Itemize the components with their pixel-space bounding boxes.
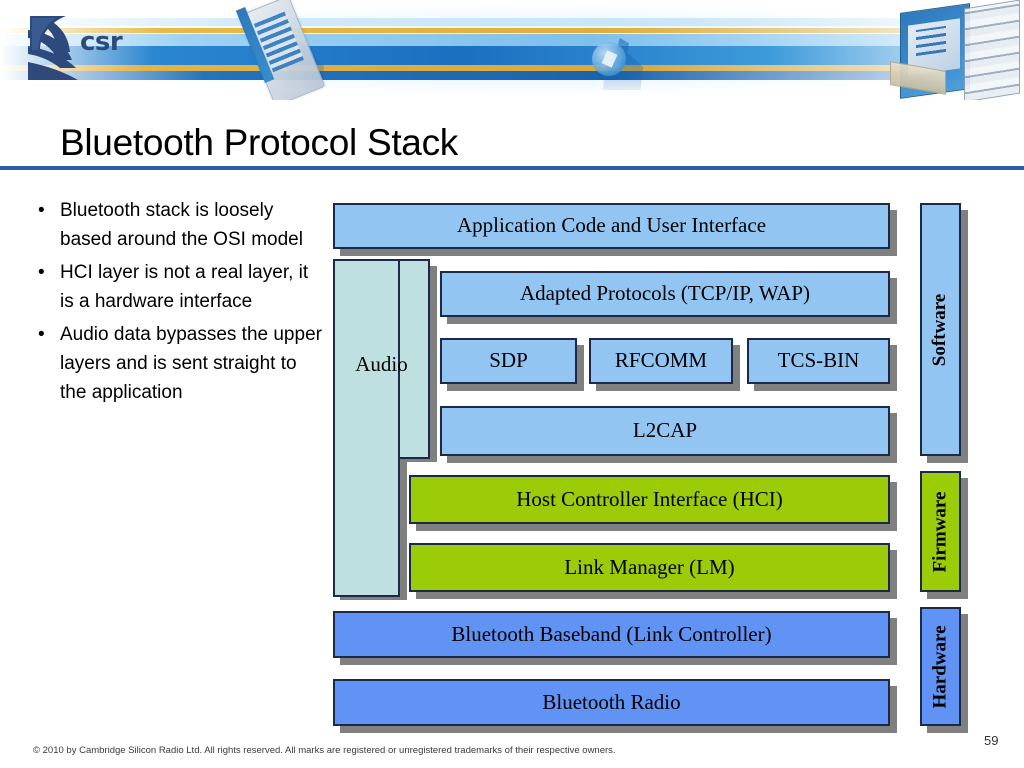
tier-label-text: Hardware (929, 624, 951, 709)
layer-label: L2CAP (632, 418, 698, 443)
header-banner: csr (0, 0, 1024, 100)
tier-label-firmware: Firmware (920, 471, 961, 592)
tier-label-software: Software (920, 203, 961, 456)
layer-box-l2cap: L2CAP (440, 406, 890, 456)
audio-label: Audio (355, 352, 408, 376)
layer-box-adapted-protocols: Adapted Protocols (TCP/IP, WAP) (440, 271, 890, 317)
bullet-text: HCI layer is not a real layer, it is a h… (60, 262, 309, 312)
banner-panel-stack (964, 0, 1020, 100)
banner-artwork (0, 0, 1024, 100)
bullet-list: • Bluetooth stack is loosely based aroun… (38, 196, 323, 411)
tier-label-hardware: Hardware (920, 607, 961, 726)
layer-label: TCS-BIN (777, 348, 860, 373)
layer-box-rfcomm: RFCOMM (589, 338, 733, 384)
layer-box-baseband: Bluetooth Baseband (Link Controller) (333, 611, 890, 658)
copyright-footer: © 2010 by Cambridge Silicon Radio Ltd. A… (33, 745, 616, 756)
tier-label-text: Firmware (929, 491, 951, 572)
layer-label: Bluetooth Baseband (Link Controller) (451, 621, 772, 646)
banner-monitor-bars (916, 25, 946, 57)
layer-label: Link Manager (LM) (564, 554, 735, 579)
csr-logo: csr (22, 10, 134, 92)
layer-label: SDP (489, 348, 528, 373)
title-divider (0, 166, 1024, 170)
layer-label: Application Code and User Interface (456, 213, 767, 238)
slide-number: 59 (984, 733, 999, 748)
audio-column-lower (333, 259, 400, 597)
layer-label: Bluetooth Radio (542, 689, 681, 714)
bullet-text: Audio data bypasses the upper layers and… (60, 324, 322, 403)
tier-label-text: Software (929, 293, 951, 366)
layer-label: Host Controller Interface (HCI) (516, 486, 783, 511)
list-item: • Audio data bypasses the upper layers a… (38, 320, 323, 407)
layer-label: Adapted Protocols (TCP/IP, WAP) (519, 281, 811, 306)
bullet-marker: • (38, 262, 45, 283)
csr-logo-text: csr (80, 27, 123, 57)
list-item: • Bluetooth stack is loosely based aroun… (38, 196, 323, 254)
layer-box-hci: Host Controller Interface (HCI) (409, 475, 890, 524)
layer-box-tcs-bin: TCS-BIN (747, 338, 890, 384)
list-item: • HCI layer is not a real layer, it is a… (38, 258, 323, 316)
bullet-marker: • (38, 200, 45, 221)
page-title: Bluetooth Protocol Stack (60, 122, 458, 163)
layer-box-application: Application Code and User Interface (333, 203, 890, 249)
slide-canvas: csr Bluetooth Protocol Stack • Bluetooth… (0, 0, 1024, 768)
layer-box-link-manager: Link Manager (LM) (409, 543, 890, 592)
layer-box-radio: Bluetooth Radio (333, 679, 890, 726)
bullet-text: Bluetooth stack is loosely based around … (60, 200, 303, 250)
layer-box-sdp: SDP (440, 338, 577, 384)
bullet-marker: • (38, 324, 45, 345)
layer-label: RFCOMM (614, 348, 708, 373)
